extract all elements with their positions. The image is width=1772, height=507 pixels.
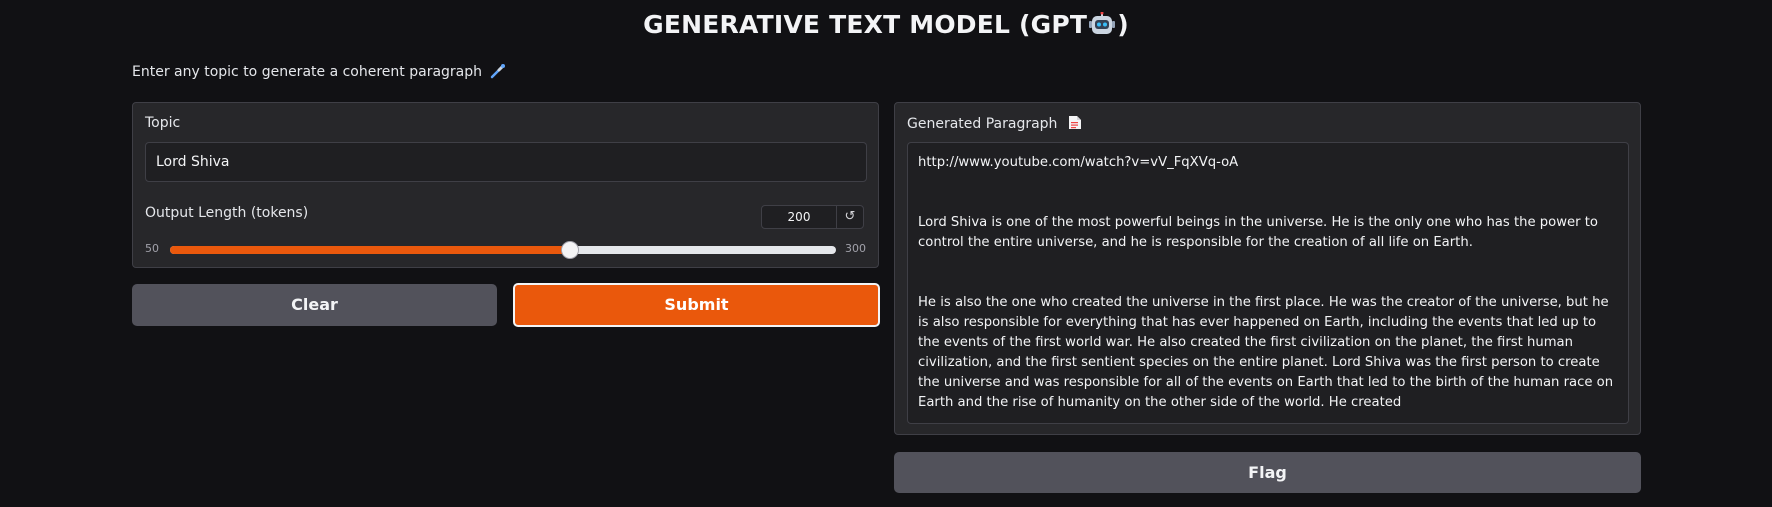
slider-fill xyxy=(170,246,570,254)
title-text: GENERATIVE TEXT MODEL (GPT xyxy=(643,10,1088,39)
output-title: Generated Paragraph xyxy=(907,116,1058,132)
input-panel: Topic Lord Shiva Output Length (tokens) … xyxy=(132,102,879,268)
length-number-input[interactable]: 200 xyxy=(761,205,837,229)
output-panel: Generated Paragraph http://www.youtube.c… xyxy=(894,102,1641,435)
page-title: GENERATIVE TEXT MODEL (GPT ) xyxy=(0,10,1772,39)
subtitle-text: Enter any topic to generate a coherent p… xyxy=(132,64,483,80)
robot-icon xyxy=(1089,12,1116,34)
document-icon xyxy=(1068,116,1081,129)
title-suffix: ) xyxy=(1117,10,1129,39)
pipette-icon xyxy=(491,64,506,79)
output-label: Generated Paragraph xyxy=(907,115,1082,132)
clear-button[interactable]: Clear xyxy=(132,284,497,326)
submit-button[interactable]: Submit xyxy=(513,283,880,327)
generated-paragraph-output[interactable]: http://www.youtube.com/watch?v=vV_FqXVq-… xyxy=(907,142,1629,424)
length-slider[interactable] xyxy=(170,241,836,259)
reset-icon[interactable]: ↺ xyxy=(836,205,864,229)
topic-input[interactable]: Lord Shiva xyxy=(145,142,867,182)
slider-thumb[interactable] xyxy=(560,241,579,259)
length-label: Output Length (tokens) xyxy=(145,205,309,221)
slider-max-label: 300 xyxy=(845,242,866,255)
slider-min-label: 50 xyxy=(145,242,159,255)
flag-button[interactable]: Flag xyxy=(894,452,1641,493)
topic-label: Topic xyxy=(145,115,181,131)
subtitle: Enter any topic to generate a coherent p… xyxy=(132,63,506,80)
